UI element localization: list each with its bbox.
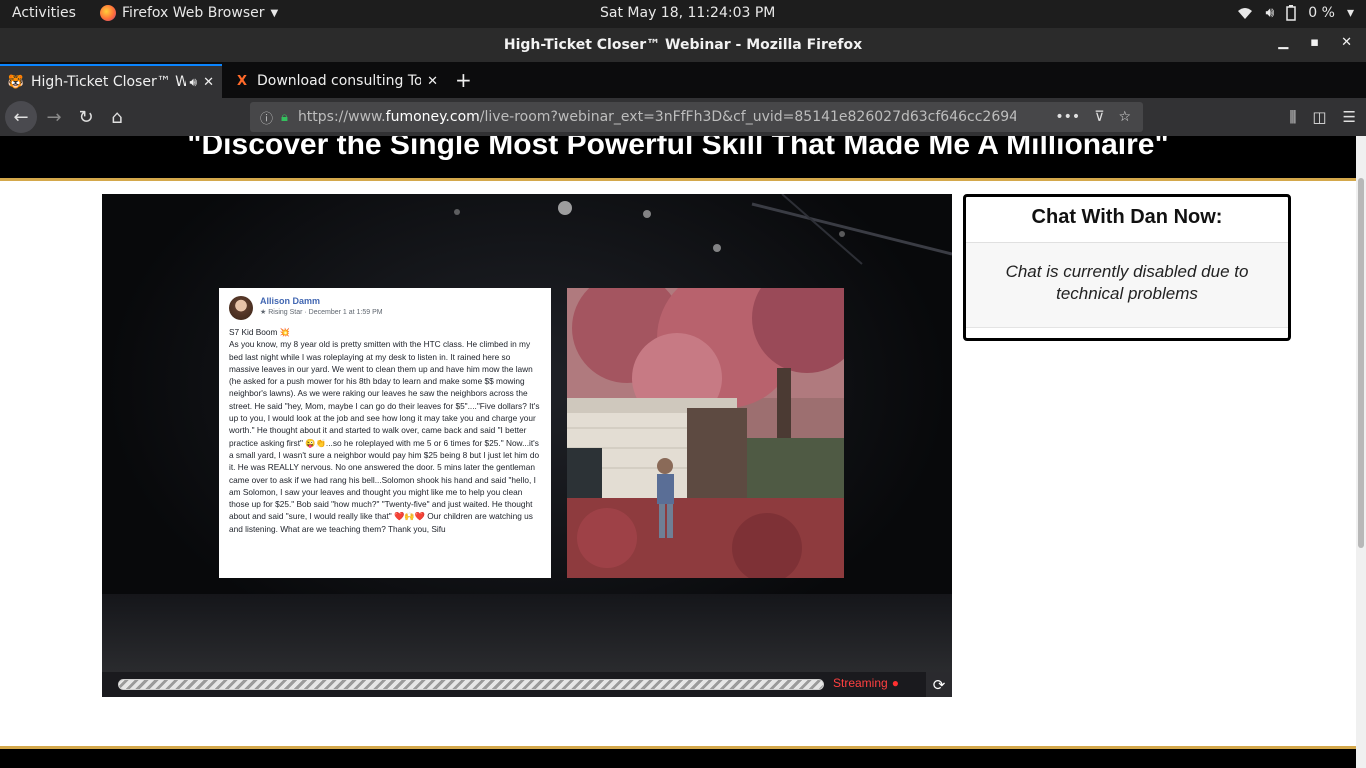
speaker-icon[interactable]: 🔊︎ [190, 75, 198, 90]
hero-banner: "Discover the Single Most Powerful Skill… [0, 136, 1356, 181]
tab-label: High-Ticket Closer™ Webinar [31, 74, 186, 90]
streaming-label: Streaming [833, 676, 888, 690]
new-tab-button[interactable]: + [455, 68, 472, 92]
scrollbar-thumb[interactable] [1358, 178, 1364, 548]
bookmark-star-icon[interactable]: ☆ [1118, 109, 1131, 125]
wifi-icon [1238, 8, 1253, 19]
chat-title: Chat With Dan Now: [966, 197, 1288, 243]
library-icon[interactable]: ⫼ [1289, 108, 1296, 126]
page-scrollbar[interactable] [1356, 136, 1366, 768]
live-dot-icon: ● [891, 676, 899, 690]
url-domain: fumoney.com [385, 109, 480, 125]
player-controls: Streaming ● ⟳ [102, 672, 952, 697]
lock-icon[interactable]: 🔒︎ [281, 110, 288, 125]
sidebar-icon[interactable]: ◫ [1312, 108, 1326, 126]
photo-illustration [567, 288, 844, 578]
post-author: Allison Damm [260, 296, 321, 306]
app-menu-label: Firefox Web Browser [122, 5, 265, 21]
close-tab-icon[interactable]: ✕ [427, 74, 438, 89]
chevron-down-icon: ▼ [270, 7, 279, 19]
window-title: High-Ticket Closer™ Webinar - Mozilla Fi… [503, 37, 863, 53]
facebook-post-card: Allison Damm ★ Rising Star · December 1 … [219, 288, 551, 578]
volume-icon: 🔊︎ [1265, 5, 1275, 21]
chat-panel: Chat With Dan Now: Chat is currently dis… [963, 194, 1291, 341]
stage-lights [454, 194, 952, 265]
post-meta: ★ Rising Star · December 1 at 1:59 PM [260, 309, 383, 316]
reload-button[interactable]: ↻ [72, 103, 100, 131]
avatar [229, 296, 253, 320]
activities-button[interactable]: Activities [12, 5, 76, 21]
streaming-status: Streaming ● [833, 676, 899, 690]
battery-percent: 0 % [1308, 5, 1335, 21]
tab-label: Download consulting Tor [257, 73, 422, 89]
url-bar[interactable]: ⓘ 🔒︎ https://www.fumoney.com/live-room?w… [250, 102, 1143, 132]
x-favicon-icon: X [236, 73, 248, 89]
url-text[interactable]: https://www.fumoney.com/live-room?webina… [298, 109, 1016, 125]
stage-floor [102, 594, 952, 672]
window-title-bar: High-Ticket Closer™ Webinar - Mozilla Fi… [0, 28, 1366, 62]
minimize-button[interactable]: ▁ [1278, 35, 1288, 50]
system-tray[interactable]: 🔊︎ 0 % ▾ [1237, 5, 1354, 21]
tab-webinar[interactable]: 🐯 High-Ticket Closer™ Webinar 🔊︎ ✕ [0, 64, 222, 98]
tiger-favicon-icon: 🐯 [7, 74, 25, 90]
video-player[interactable]: Allison Damm ★ Rising Star · December 1 … [102, 194, 952, 697]
clock[interactable]: Sat May 18, 11:24:03 PM [600, 5, 775, 21]
page-content: "Discover the Single Most Powerful Skill… [0, 136, 1356, 768]
tab-strip: 🐯 High-Ticket Closer™ Webinar 🔊︎ ✕ X Dow… [0, 62, 1366, 98]
power-menu-chevron-icon: ▾ [1346, 5, 1354, 21]
navigation-bar: ← → ↻ ⌂ ⓘ 🔒︎ https://www.fumoney.com/liv… [0, 98, 1366, 136]
footer-bar [0, 746, 1356, 768]
maximize-button[interactable]: ▪ [1310, 35, 1319, 50]
url-path: /live-room?webinar_ext=3nFfFh3D&cf_uvid=… [479, 109, 1016, 125]
page-actions-icon[interactable]: ••• [1055, 109, 1080, 125]
autumn-photo [567, 288, 844, 578]
battery-icon [1286, 5, 1297, 21]
os-top-bar: Activities Firefox Web Browser ▼ Sat May… [0, 0, 1366, 28]
close-tab-icon[interactable]: ✕ [203, 75, 214, 90]
pocket-icon[interactable]: ⊽ [1094, 109, 1104, 125]
url-prefix: https://www. [297, 109, 386, 125]
info-icon[interactable]: ⓘ [260, 108, 273, 127]
back-button[interactable]: ← [5, 101, 37, 133]
progress-bar[interactable] [118, 679, 824, 690]
firefox-icon [100, 5, 116, 21]
tab-download-consulting[interactable]: X Download consulting Tor ✕ [226, 64, 446, 98]
forward-button[interactable]: → [40, 103, 68, 131]
headline: "Discover the Single Most Powerful Skill… [187, 136, 1169, 161]
post-body: S7 Kid Boom 💥 As you know, my 8 year old… [229, 327, 540, 534]
hamburger-menu-icon[interactable]: ☰ [1343, 108, 1356, 126]
app-menu[interactable]: Firefox Web Browser ▼ [100, 5, 278, 21]
home-button[interactable]: ⌂ [103, 103, 131, 131]
close-window-button[interactable]: ✕ [1341, 35, 1352, 50]
refresh-stream-icon[interactable]: ⟳ [926, 672, 952, 697]
chat-disabled-message: Chat is currently disabled due to techni… [966, 243, 1288, 328]
